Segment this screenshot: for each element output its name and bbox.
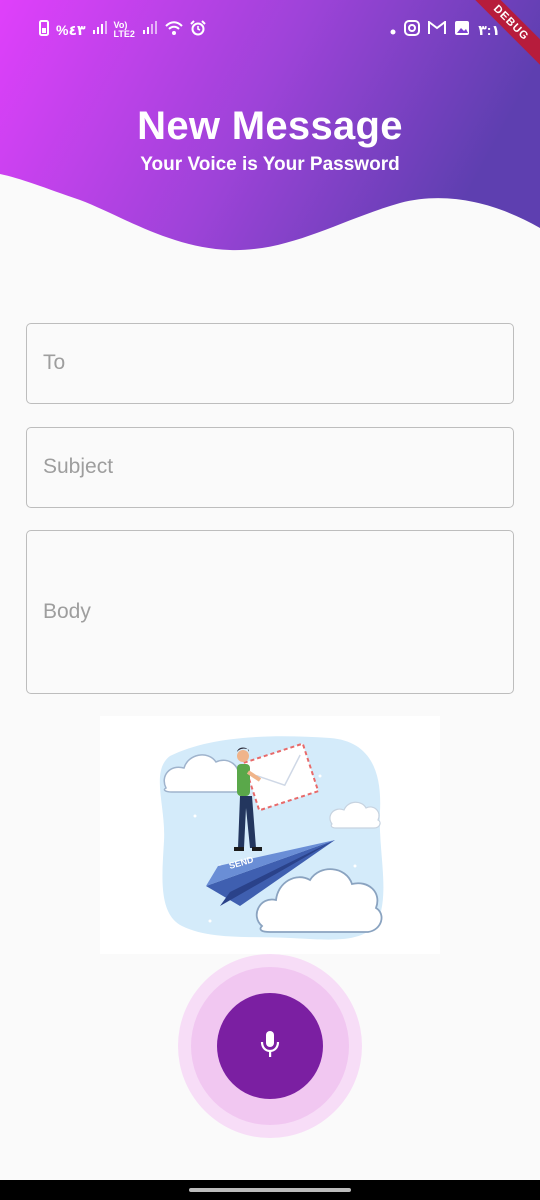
- page-title: New Message: [137, 104, 403, 148]
- navigation-bar: [0, 1180, 540, 1200]
- send-illustration: SEND: [100, 716, 440, 954]
- to-placeholder: To: [43, 351, 66, 374]
- home-gesture-handle[interactable]: [189, 1188, 351, 1192]
- signal-icon: [92, 21, 108, 39]
- battery-icon: [38, 20, 50, 40]
- body-placeholder: Body: [43, 600, 91, 623]
- signal-2-icon: [142, 21, 158, 39]
- send-illustration-art: SEND: [159, 736, 384, 940]
- instagram-icon: [404, 20, 421, 40]
- gallery-icon: [454, 20, 470, 40]
- alarm-icon: [189, 20, 206, 40]
- mic-button[interactable]: [217, 993, 323, 1099]
- dot-icon: [390, 22, 396, 39]
- network-label: Vo) LTE2: [113, 20, 135, 39]
- clock: ٣:١: [478, 22, 500, 38]
- subject-placeholder: Subject: [43, 455, 114, 478]
- to-field[interactable]: To: [26, 323, 514, 404]
- new-message-screen: New Message Your Voice is Your Password …: [0, 0, 540, 1200]
- subject-field[interactable]: Subject: [26, 427, 514, 508]
- wifi-icon: [164, 20, 184, 40]
- battery-percent: %٤٣: [56, 22, 86, 38]
- status-bar: %٤٣ Vo) LTE2 ٣:١ DEBUG: [0, 0, 540, 69]
- page-subtitle: Your Voice is Your Password: [140, 154, 400, 175]
- gmail-icon: [428, 20, 447, 39]
- microphone-icon: [258, 1029, 282, 1064]
- body-field[interactable]: Body: [26, 530, 514, 694]
